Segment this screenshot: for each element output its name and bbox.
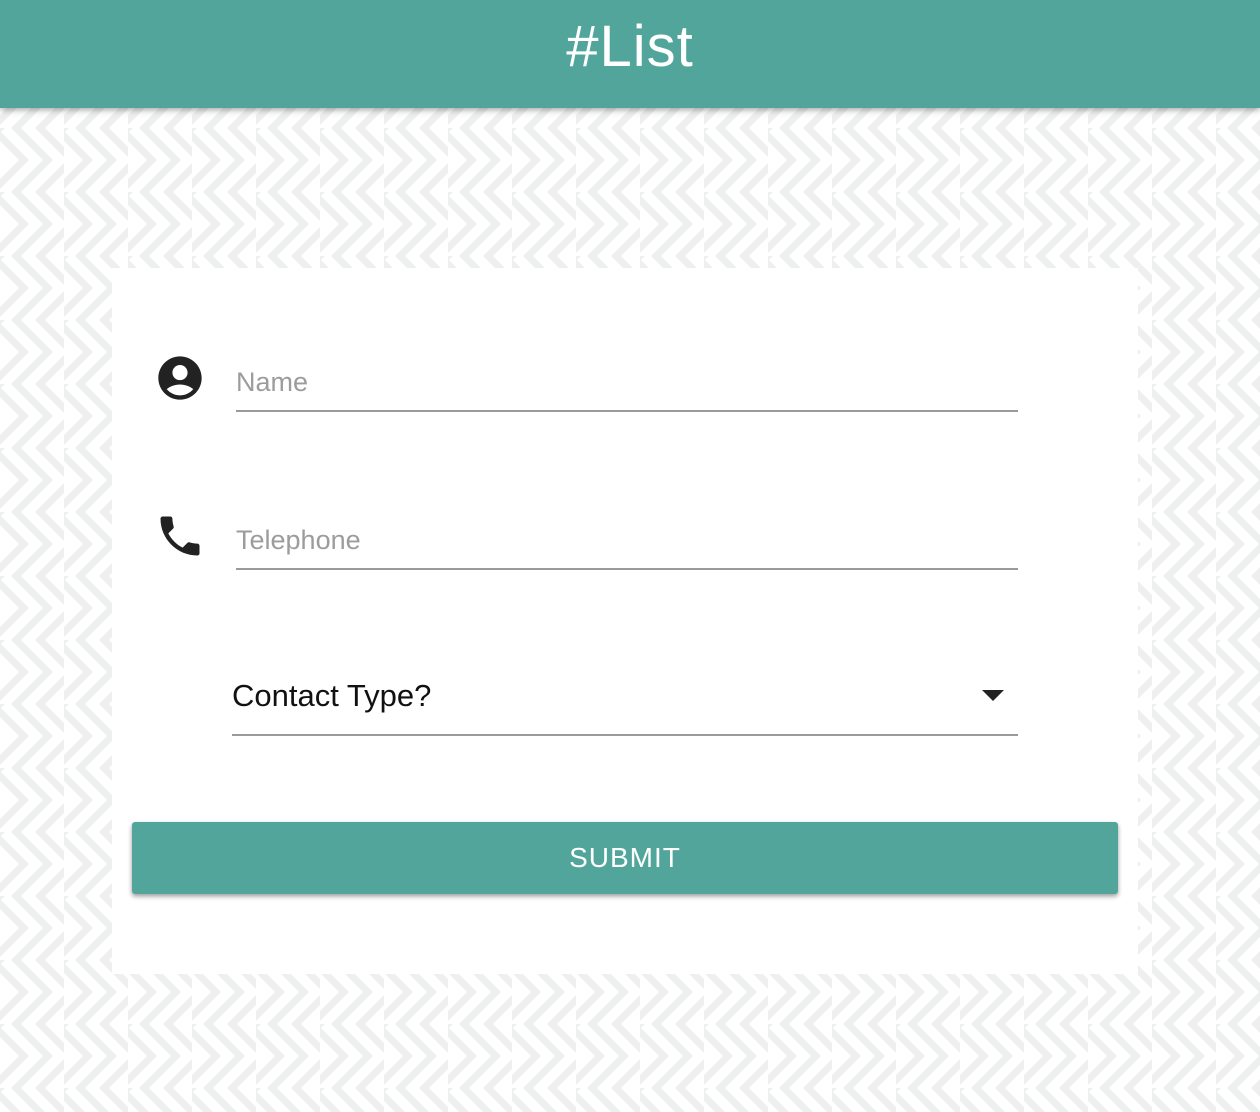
- app-title: #List: [566, 13, 694, 79]
- telephone-input[interactable]: [236, 520, 1018, 560]
- contact-type-value: Contact Type?: [232, 678, 432, 713]
- name-input[interactable]: [236, 362, 1018, 402]
- name-field: [236, 362, 1018, 412]
- account-circle-icon: [154, 352, 206, 404]
- chevron-down-icon: [982, 690, 1004, 701]
- phone-icon: [154, 510, 206, 562]
- contact-form-card: Contact Type? SUBMIT: [112, 268, 1138, 974]
- app-bar: #List: [0, 0, 1260, 108]
- submit-button[interactable]: SUBMIT: [132, 822, 1118, 894]
- contact-type-select[interactable]: Contact Type?: [232, 672, 1018, 736]
- telephone-field: [236, 520, 1018, 570]
